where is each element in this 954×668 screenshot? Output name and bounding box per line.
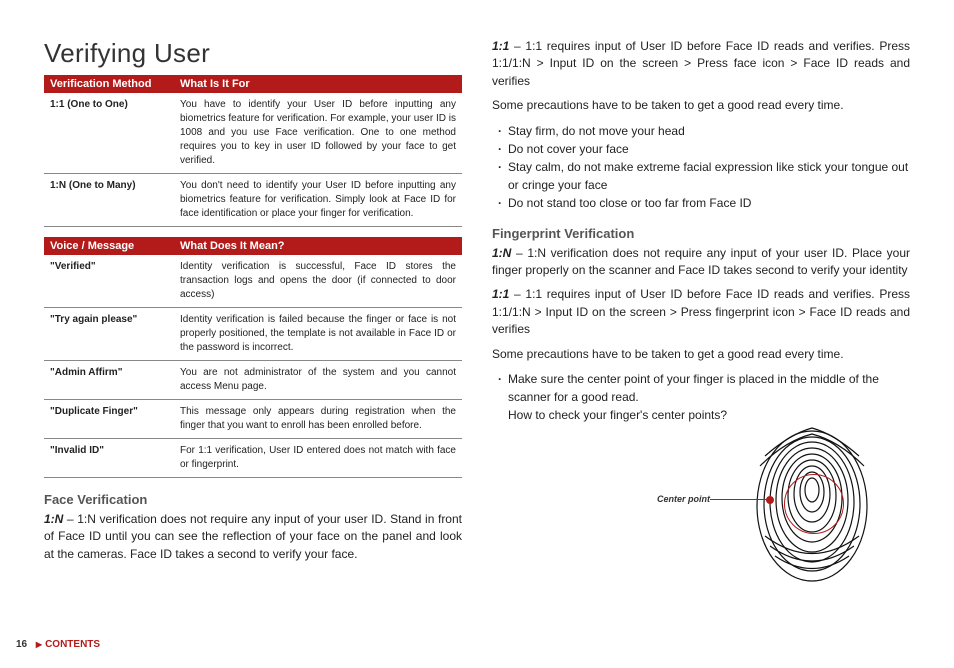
row-key: "Verified" [44, 255, 174, 308]
verification-method-table: Verification Method What Is It For 1:1 (… [44, 75, 462, 227]
face-verification-heading: Face Verification [44, 492, 462, 507]
fp-11-lead: 1:1 [492, 287, 509, 301]
face-1n-lead: 1:N [44, 512, 63, 526]
fp-11-text: – 1:1 requires input of User ID before F… [492, 287, 910, 336]
fingerprint-verification-heading: Fingerprint Verification [492, 226, 910, 241]
fp-11-para: 1:1 – 1:1 requires input of User ID befo… [492, 286, 910, 338]
table1-head1: Verification Method [44, 75, 174, 93]
list-item: Do not stand too close or too far from F… [498, 194, 910, 212]
face-11-text: – 1:1 requires input of User ID before F… [492, 39, 910, 88]
row-key: "Invalid ID" [44, 439, 174, 478]
table2-head1: Voice / Message [44, 237, 174, 255]
row-val: For 1:1 verification, User ID entered do… [174, 439, 462, 478]
table-row: "Duplicate Finger"This message only appe… [44, 400, 462, 439]
table-row: 1:1 (One to One)You have to identify you… [44, 93, 462, 174]
fingerprint-figure: Center point [492, 434, 910, 584]
row-val: You don't need to identify your User ID … [174, 174, 462, 227]
row-key: "Try again please" [44, 308, 174, 361]
face-11-para: 1:1 – 1:1 requires input of User ID befo… [492, 38, 910, 90]
list-item: Stay firm, do not move your head [498, 122, 910, 140]
contents-link[interactable]: ▶CONTENTS [36, 639, 100, 650]
fp-1n-text: – 1:N verification does not require any … [492, 246, 910, 277]
row-val: You have to identify your User ID before… [174, 93, 462, 174]
list-item: Do not cover your face [498, 140, 910, 158]
face-1n-para: 1:N – 1:N verification does not require … [44, 511, 462, 563]
table-row: 1:N (One to Many)You don't need to ident… [44, 174, 462, 227]
face-precautions-list: Stay firm, do not move your headDo not c… [498, 122, 910, 212]
left-column: Verifying User Verification Method What … [44, 38, 462, 584]
row-val: This message only appears during registr… [174, 400, 462, 439]
table-row: "Try again please"Identity verification … [44, 308, 462, 361]
fp-precautions-text: Some precautions have to be taken to get… [492, 346, 910, 363]
row-val: Identity verification is failed because … [174, 308, 462, 361]
table1-head2: What Is It For [174, 75, 462, 93]
table-row: "Admin Affirm"You are not administrator … [44, 361, 462, 400]
row-key: 1:N (One to Many) [44, 174, 174, 227]
list-item: Stay calm, do not make extreme facial ex… [498, 158, 910, 194]
row-key: "Duplicate Finger" [44, 400, 174, 439]
table-row: "Invalid ID"For 1:1 verification, User I… [44, 439, 462, 478]
caret-right-icon: ▶ [36, 640, 42, 649]
row-val: You are not administrator of the system … [174, 361, 462, 400]
voice-message-table: Voice / Message What Does It Mean? "Veri… [44, 237, 462, 478]
face-precautions-text: Some precautions have to be taken to get… [492, 97, 910, 114]
row-val: Identity verification is successful, Fac… [174, 255, 462, 308]
row-key: 1:1 (One to One) [44, 93, 174, 174]
footer: 16 ▶CONTENTS [16, 639, 100, 650]
center-point-dot [766, 496, 774, 504]
page-title: Verifying User [44, 38, 462, 69]
fp-1n-lead: 1:N [492, 246, 511, 260]
row-key: "Admin Affirm" [44, 361, 174, 400]
right-column: 1:1 – 1:1 requires input of User ID befo… [492, 38, 910, 584]
center-point-line [710, 499, 766, 500]
table-row: "Verified"Identity verification is succe… [44, 255, 462, 308]
center-point-circle [784, 474, 844, 534]
table2-head2: What Does It Mean? [174, 237, 462, 255]
page-number: 16 [16, 639, 27, 650]
face-1n-text: – 1:N verification does not require any … [44, 512, 462, 561]
face-11-lead: 1:1 [492, 39, 509, 53]
fp-1n-para: 1:N – 1:N verification does not require … [492, 245, 910, 280]
center-point-label: Center point [657, 494, 710, 504]
